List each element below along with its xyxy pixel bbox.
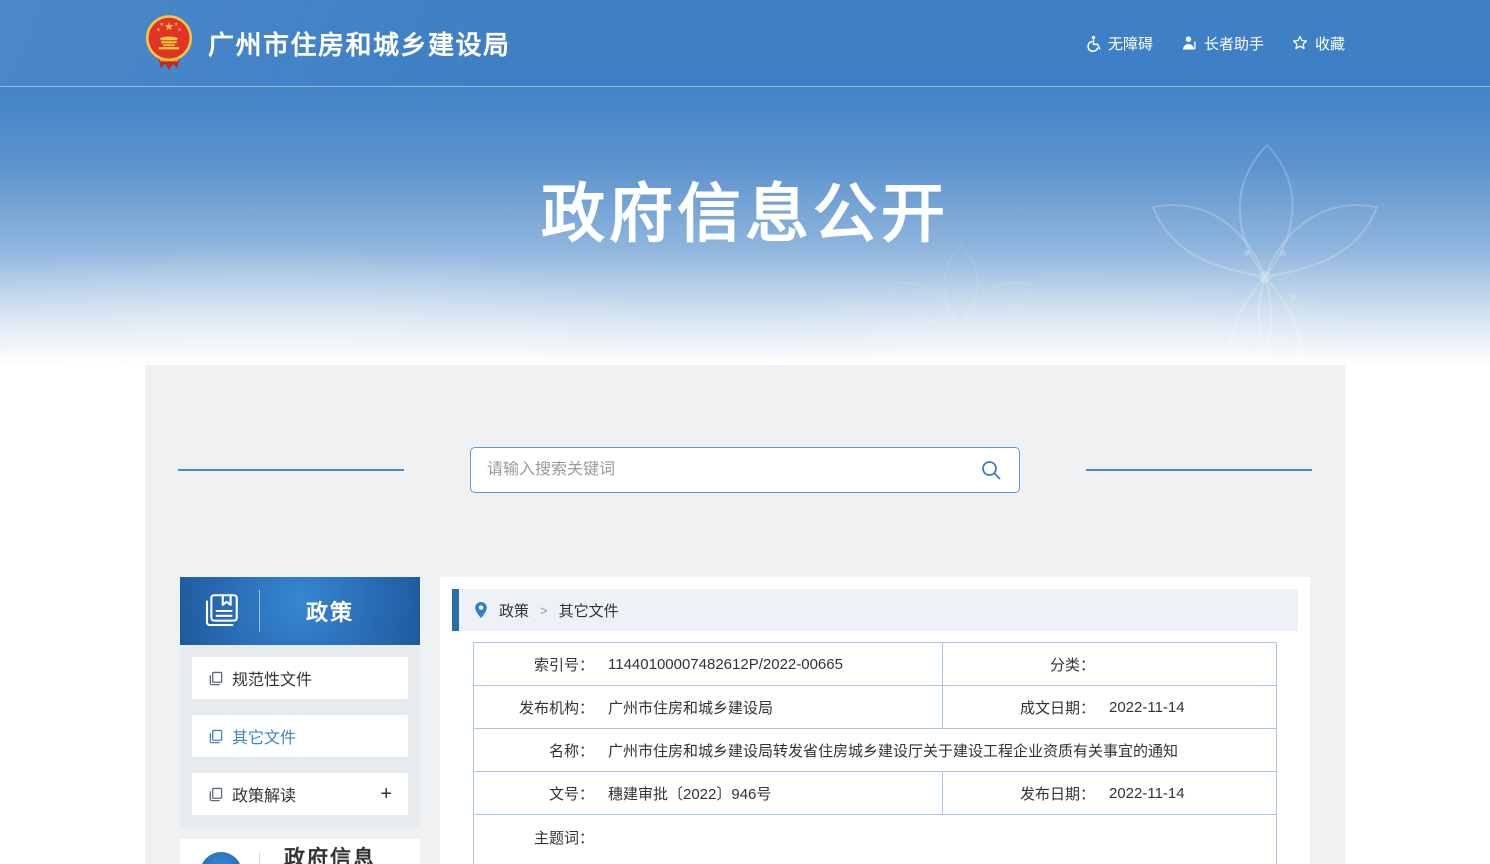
field-value: 2022-11-14 [1109,785,1185,802]
field-value: 广州市住房和城乡建设局 [608,697,773,718]
field-label: 成文日期： [943,697,1095,718]
table-cell-keywords: 主题词： [474,815,1276,864]
document-icon [208,729,223,744]
table-row: 索引号： 11440100007482612P/2022-00665 分类： [474,643,1276,685]
star-icon [1292,35,1308,51]
sidebar-section-title: 政策 [306,595,354,627]
table-row: 发布机构： 广州市住房和城乡建设局 成文日期： 2022-11-14 [474,685,1276,728]
right-decorative-line [1086,469,1312,471]
table-row: 名称： 广州市住房和城乡建设局转发省住房城乡建设厅关于建设工程企业资质有关事宜的… [474,728,1276,771]
content-container: 政策 规范性文件 [145,365,1345,864]
table-row: 文号： 穗建审批〔2022〕946号 发布日期： 2022-11-14 [474,771,1276,814]
table-cell-document-name: 名称： 广州市住房和城乡建设局转发省住房城乡建设厅关于建设工程企业资质有关事宜的… [474,729,1276,771]
search-box [470,447,1020,493]
breadcrumb: 政策 > 其它文件 [452,589,1298,631]
sidebar: 政策 规范性文件 [180,577,420,864]
expand-plus-icon[interactable]: + [380,784,392,804]
field-value: 11440100007482612P/2022-00665 [608,656,843,673]
document-icon [208,787,223,802]
field-value: 2022-11-14 [1109,699,1185,716]
field-label: 分类： [943,654,1095,675]
table-cell-index-no: 索引号： 11440100007482612P/2022-00665 [474,643,942,685]
site-title: 广州市住房和城乡建设局 [208,25,511,62]
table-cell-written-date: 成文日期： 2022-11-14 [942,686,1276,728]
search-icon [980,459,1002,481]
divider [259,590,260,632]
sidebar-item-label: 政策解读 [232,782,296,806]
breadcrumb-separator: > [540,603,548,618]
left-decorative-line [178,469,404,471]
search-button[interactable] [979,458,1003,482]
table-cell-publish-date: 发布日期： 2022-11-14 [942,772,1276,814]
top-header-bar: 广州市住房和城乡建设局 无障碍 长 [0,0,1490,87]
location-pin-icon [474,601,488,619]
book-icon [200,590,242,632]
elder-assistant-icon [1181,35,1197,51]
field-value: 广州市住房和城乡建设局转发省住房城乡建设厅关于建设工程企业资质有关事宜的通知 [608,740,1178,761]
field-label: 索引号： [474,654,594,675]
sidebar-item-normative-documents[interactable]: 规范性文件 [192,657,408,699]
elder-assistant-link[interactable]: 长者助手 [1181,33,1264,54]
field-label: 发布机构： [474,697,594,718]
favorite-link[interactable]: 收藏 [1292,33,1345,54]
sidebar-item-other-documents[interactable]: 其它文件 [192,715,408,757]
field-label: 名称： [474,740,594,761]
sidebar-item-label: 规范性文件 [232,666,312,690]
field-label: 发布日期： [943,783,1095,804]
site-logo[interactable]: 广州市住房和城乡建设局 [145,15,511,71]
table-cell-document-number: 文号： 穗建审批〔2022〕946号 [474,772,942,814]
table-cell-issuing-agency: 发布机构： 广州市住房和城乡建设局 [474,686,942,728]
government-info-icon [200,852,242,864]
field-value: 穗建审批〔2022〕946号 [608,783,771,804]
field-label: 主题词： [474,827,594,848]
breadcrumb-item-other-documents[interactable]: 其它文件 [559,600,619,621]
accessibility-link[interactable]: 无障碍 [1084,33,1153,54]
table-row: 主题词： [474,814,1276,864]
table-cell-category: 分类： [942,643,1276,685]
elder-assistant-label: 长者助手 [1204,33,1264,54]
page: 广州市住房和城乡建设局 无障碍 长 [0,0,1490,864]
banner: 政府信息公开 [0,87,1490,365]
accessibility-icon [1084,35,1101,52]
divider [259,852,260,864]
sidebar-section-government-info[interactable]: 政府信息公开 [180,839,420,864]
sidebar-menu: 规范性文件 其它文件 [180,645,420,829]
favorite-label: 收藏 [1315,33,1345,54]
sidebar-item-policy-interpretation[interactable]: 政策解读 + [192,773,408,815]
sidebar-section-policy[interactable]: 政策 [180,577,420,645]
main-panel: 政策 > 其它文件 索引号： 11440100007482612P/2022-0… [440,577,1310,864]
page-title: 政府信息公开 [145,87,1345,255]
document-icon [208,671,223,686]
national-emblem-icon [145,15,193,71]
document-meta-table: 索引号： 11440100007482612P/2022-00665 分类： 发… [473,642,1277,864]
field-label: 文号： [474,783,594,804]
top-links: 无障碍 长者助手 收藏 [1084,33,1345,54]
search-input[interactable] [487,461,979,479]
sidebar-section-title: 政府信息公开 [280,845,380,864]
breadcrumb-item-policy[interactable]: 政策 [499,600,529,621]
accessibility-label: 无障碍 [1108,33,1153,54]
sidebar-item-label: 其它文件 [232,724,296,748]
search-section [145,365,1345,493]
